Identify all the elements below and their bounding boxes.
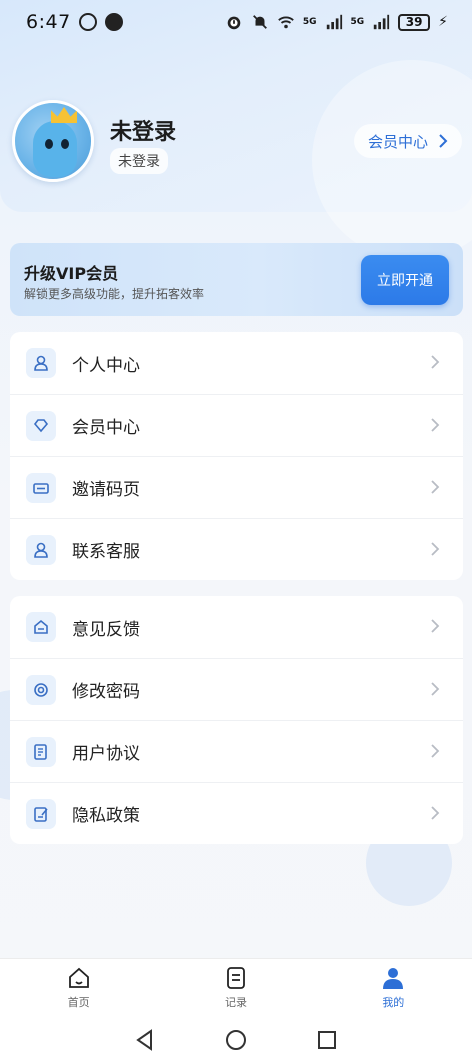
chevron-right-icon	[431, 682, 440, 696]
vip-subtitle: 解锁更多高级功能，提升拓客效率	[24, 287, 205, 301]
signal-icon	[326, 14, 342, 30]
menu-item-member-center[interactable]: 会员中心	[10, 394, 463, 456]
menu-item-label: 会员中心	[72, 418, 140, 438]
menu-item-invite-code[interactable]: 邀请码页	[10, 456, 463, 518]
menu-item-feedback[interactable]: 意见反馈	[10, 596, 463, 658]
person-icon	[26, 348, 56, 378]
battery-level: 39	[405, 15, 423, 29]
chevron-right-icon	[431, 619, 440, 633]
network-5g-label: 5G	[302, 17, 317, 27]
login-status-badge: 未登录	[110, 148, 168, 174]
document-icon	[26, 736, 56, 767]
member-center-label: 会员中心	[367, 132, 428, 151]
signal-icon-2	[373, 14, 390, 30]
charging-icon: ⚡	[438, 14, 448, 30]
vip-banner[interactable]: 升级VIP会员 解锁更多高级功能，提升拓客效率 立即开通	[10, 243, 463, 316]
menu-item-label: 意见反馈	[72, 619, 140, 640]
edit-document-icon	[26, 798, 56, 829]
wifi-icon	[278, 16, 294, 29]
mail-icon	[26, 612, 56, 642]
menu-item-user-agreement[interactable]: 用户协议	[10, 720, 463, 782]
diamond-icon	[26, 410, 56, 441]
chevron-right-icon	[431, 480, 440, 494]
chevron-right-icon	[431, 542, 440, 556]
nav-home-label: 首页	[67, 996, 90, 1009]
crown-icon	[51, 107, 77, 123]
status-bar: 6:47 5G 5G 39 ⚡	[0, 0, 472, 44]
chevron-right-icon	[431, 418, 440, 432]
nav-mine-label: 我的	[382, 996, 405, 1009]
menu-item-label: 邀请码页	[72, 480, 140, 500]
ticket-icon	[26, 472, 56, 503]
menu-item-label: 用户协议	[72, 744, 140, 764]
menu-card-settings: 意见反馈 修改密码 用户协议 隐私政策	[10, 596, 463, 844]
status-time: 6:47	[26, 11, 71, 33]
battery-icon: 39	[398, 13, 431, 31]
nav-records-label: 记录	[224, 996, 247, 1009]
alarm-icon	[227, 16, 241, 30]
activate-vip-button[interactable]: 立即开通	[361, 255, 449, 305]
mascot-eye	[61, 139, 69, 149]
menu-item-label: 个人中心	[72, 355, 140, 376]
nav-home[interactable]: 首页	[0, 959, 157, 1016]
chevron-right-icon	[431, 806, 440, 820]
profile-header: 未登录 未登录 会员中心	[12, 100, 462, 184]
home-circle-icon[interactable]	[223, 1027, 249, 1053]
back-icon[interactable]	[132, 1027, 158, 1053]
chevron-right-icon	[431, 744, 440, 758]
lock-ring-icon	[26, 674, 56, 705]
menu-item-privacy-policy[interactable]: 隐私政策	[10, 782, 463, 844]
speed-icon	[78, 13, 97, 31]
menu-card-account: 个人中心 会员中心 邀请码页 联系客服	[10, 332, 463, 580]
menu-item-change-password[interactable]: 修改密码	[10, 658, 463, 720]
mute-bell-icon	[252, 15, 267, 29]
vip-title: 升级VIP会员	[24, 264, 119, 283]
mascot-body	[33, 121, 77, 177]
menu-item-label: 联系客服	[72, 542, 140, 562]
network-5g-label-2: 5G	[350, 17, 365, 27]
menu-item-label: 修改密码	[72, 682, 140, 702]
avatar[interactable]	[12, 100, 94, 182]
app-notification-icon	[104, 13, 123, 31]
mascot-eye	[45, 139, 53, 149]
menu-item-personal-center[interactable]: 个人中心	[10, 332, 463, 394]
record-icon	[227, 967, 245, 989]
app-screen: 6:47 5G 5G 39 ⚡ 未登录 未登录 会员中心 升级VIP会员 解锁更…	[0, 0, 472, 1064]
support-icon	[26, 534, 56, 565]
menu-item-label: 隐私政策	[72, 806, 140, 826]
bottom-navigation: 首页 记录 我的	[0, 958, 472, 1016]
member-center-button[interactable]: 会员中心	[353, 124, 462, 158]
profile-icon	[383, 968, 404, 989]
chevron-right-icon	[431, 355, 440, 369]
chevron-right-icon	[439, 134, 448, 148]
nav-records[interactable]: 记录	[157, 959, 314, 1016]
nav-mine[interactable]: 我的	[315, 959, 472, 1016]
home-icon	[68, 967, 89, 988]
menu-item-contact-support[interactable]: 联系客服	[10, 518, 463, 580]
recents-icon[interactable]	[314, 1027, 340, 1053]
system-navigation-bar	[0, 1016, 472, 1064]
profile-name[interactable]: 未登录	[110, 114, 176, 146]
